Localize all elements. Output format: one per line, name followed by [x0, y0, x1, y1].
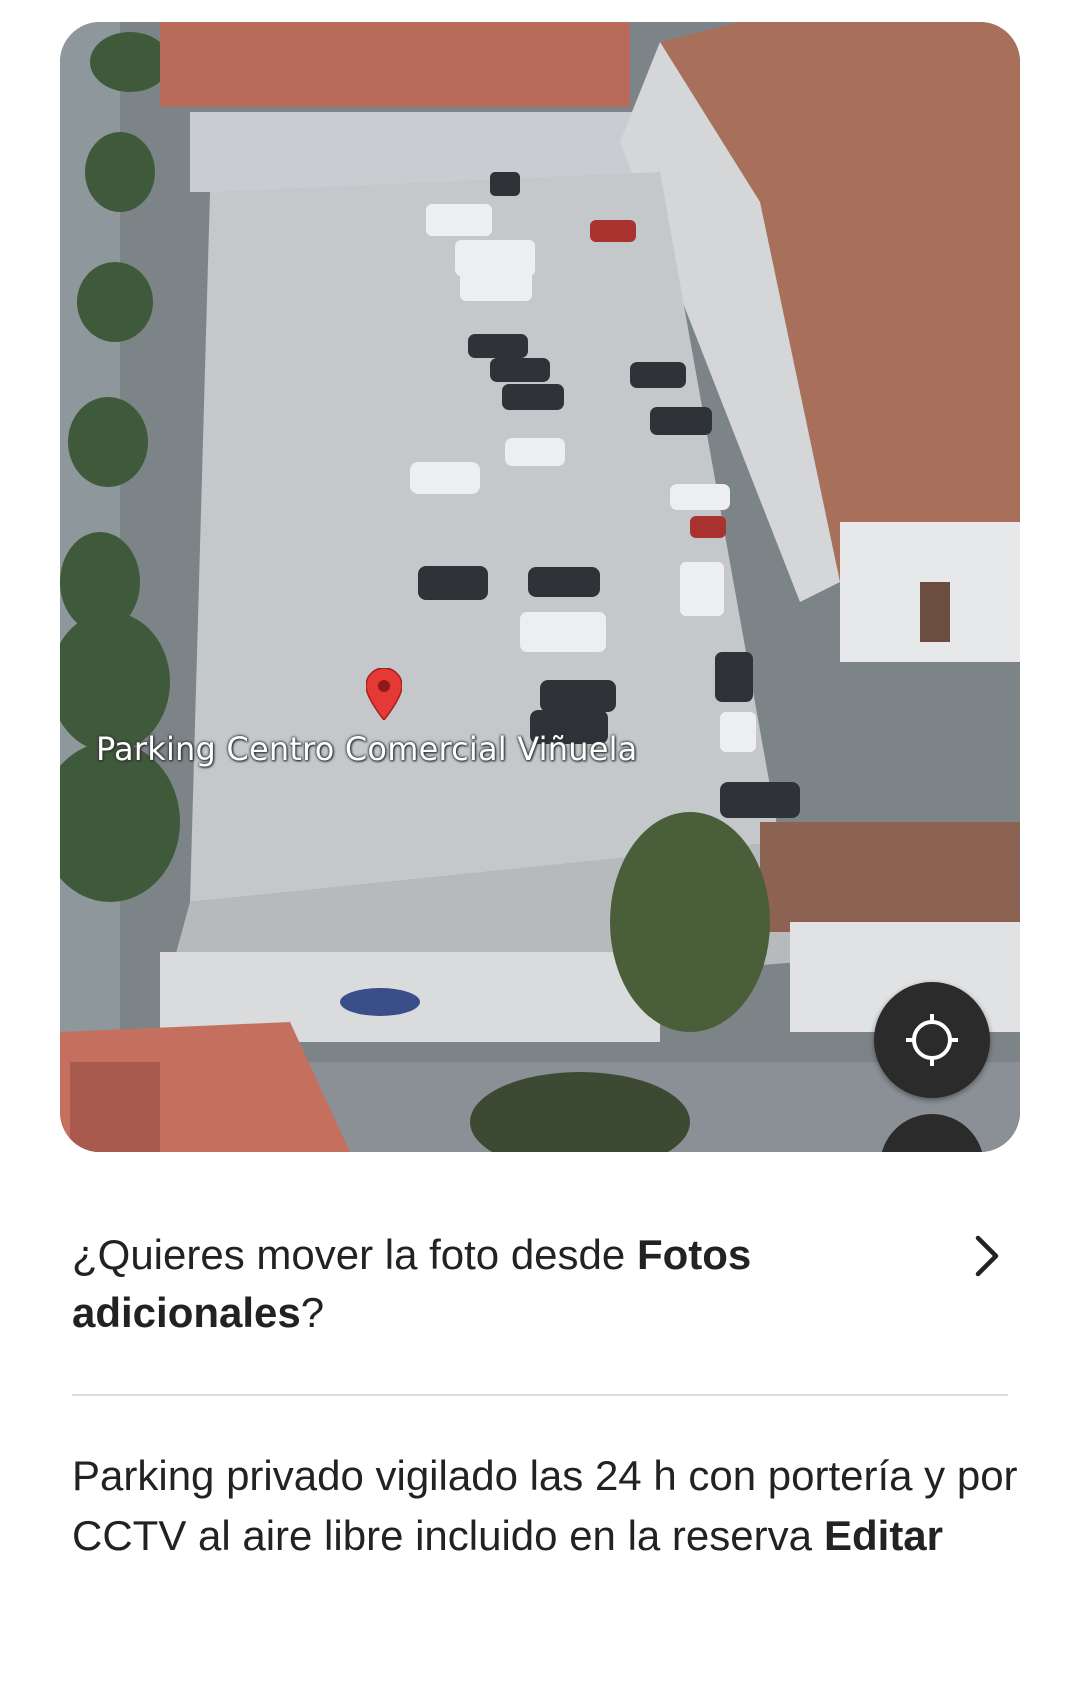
divider	[72, 1394, 1008, 1396]
move-photo-text: ¿Quieres mover la foto desde Fotos adici…	[72, 1226, 852, 1342]
place-label[interactable]: Parking Centro Comercial Viñuela	[96, 730, 638, 768]
parking-description: Parking privado vigilado las 24 h con po…	[72, 1446, 1022, 1566]
move-photo-prompt[interactable]: ¿Quieres mover la foto desde Fotos adici…	[72, 1226, 892, 1342]
move-photo-text-prefix: ¿Quieres mover la foto desde	[72, 1231, 637, 1278]
my-location-button[interactable]	[874, 982, 990, 1098]
move-photo-text-suffix: ?	[300, 1289, 325, 1336]
crosshair-icon	[906, 1014, 958, 1066]
aerial-satellite-image	[60, 22, 1020, 1152]
chevron-right-icon[interactable]	[972, 1234, 1002, 1278]
edit-link[interactable]: Editar	[824, 1512, 943, 1559]
map-view[interactable]: Parking Centro Comercial Viñuela	[60, 22, 1020, 1152]
map-pin-icon[interactable]	[366, 668, 402, 720]
